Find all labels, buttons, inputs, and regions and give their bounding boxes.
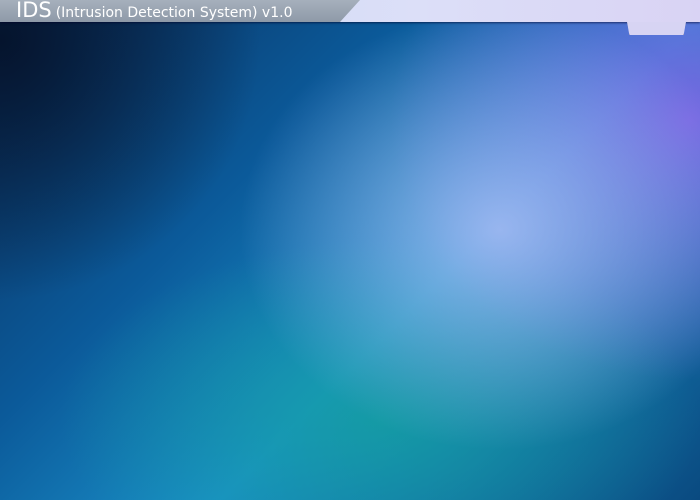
pull-down-tab[interactable] (627, 22, 686, 35)
app-title: IDS (Intrusion Detection System) v1.0 (16, 0, 293, 22)
app-name: IDS (16, 0, 52, 22)
app-subtitle: (Intrusion Detection System) v1.0 (55, 5, 293, 21)
background-area (0, 36, 700, 500)
